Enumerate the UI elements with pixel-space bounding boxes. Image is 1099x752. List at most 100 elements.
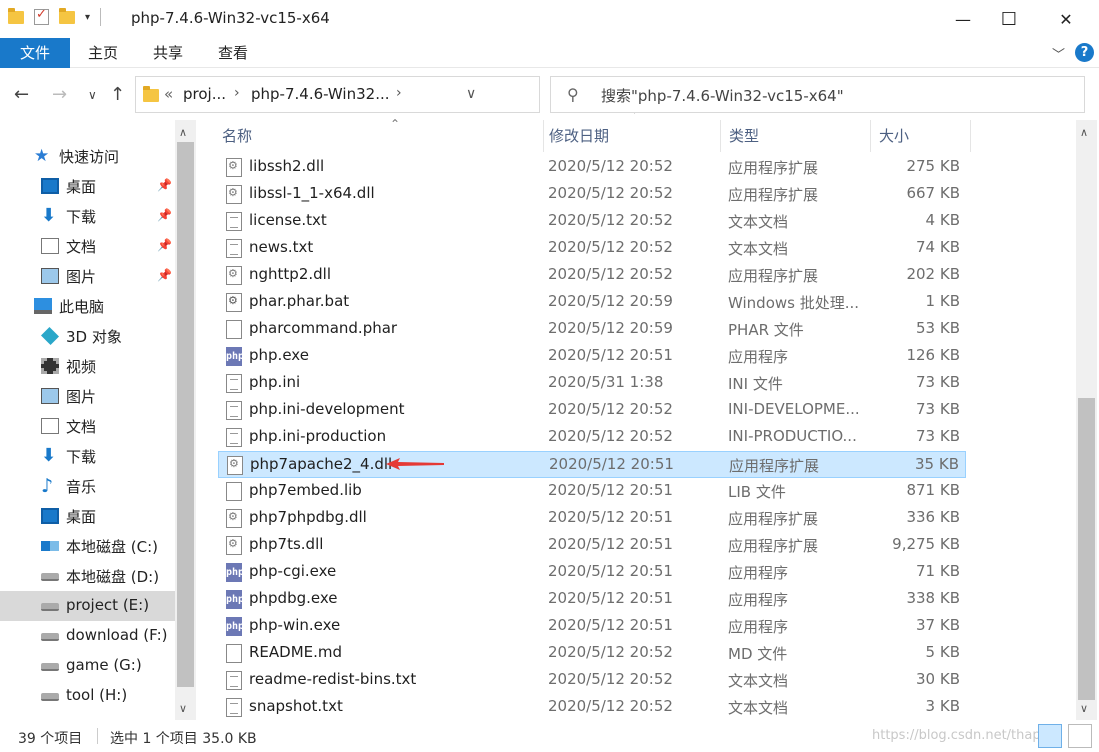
breadcrumb-php-folder[interactable]: php-7.4.6-Win32... bbox=[251, 85, 390, 103]
sidebar-item[interactable]: 桌面 bbox=[0, 501, 175, 531]
chevron-right-icon[interactable]: › bbox=[234, 85, 240, 101]
customize-toolbar-icon[interactable]: ▾ bbox=[85, 12, 90, 23]
sidebar-item[interactable]: download (F:) bbox=[0, 621, 175, 651]
file-type: 应用程序 bbox=[728, 591, 789, 609]
pin-icon[interactable]: 📌 bbox=[157, 268, 172, 282]
file-row[interactable]: php.ini-development 2020/5/12 20:52 INI-DE… bbox=[218, 397, 966, 424]
sidebar-item[interactable]: 此电脑 bbox=[0, 291, 175, 321]
file-size: 9,275 KB bbox=[892, 535, 960, 553]
sidebar-item[interactable]: 文档 bbox=[0, 411, 175, 441]
up-arrow-icon[interactable]: ↑ bbox=[110, 84, 125, 105]
dll-file-icon bbox=[226, 185, 242, 204]
pin-icon[interactable]: 📌 bbox=[157, 238, 172, 252]
new-folder-icon[interactable] bbox=[59, 7, 75, 24]
navigation-pane-scrollbar[interactable]: ∧ ∨ bbox=[175, 120, 196, 720]
properties-icon[interactable] bbox=[34, 7, 49, 25]
tab-file[interactable]: 文件 bbox=[0, 38, 70, 68]
column-header-type[interactable]: 类型 bbox=[721, 120, 871, 152]
sidebar-item[interactable]: project (E:) bbox=[0, 591, 175, 621]
scroll-down-icon[interactable]: ∨ bbox=[179, 702, 187, 715]
exe-file-icon: php bbox=[226, 563, 244, 582]
file-date: 2020/5/12 20:52 bbox=[548, 157, 673, 175]
file-row[interactable]: snapshot.txt 2020/5/12 20:52 文本文档 3 KB bbox=[218, 694, 966, 721]
close-button[interactable]: ✕ bbox=[1043, 0, 1089, 38]
file-row[interactable]: libssl-1_1-x64.dll 2020/5/12 20:52 应用程序扩展 6… bbox=[218, 181, 966, 208]
pin-icon[interactable]: 📌 bbox=[157, 208, 172, 222]
tab-view[interactable]: 查看 bbox=[205, 38, 261, 68]
file-size: 4 KB bbox=[925, 211, 960, 229]
sidebar-item[interactable]: ⬇ 下载 📌 bbox=[0, 201, 175, 231]
file-list: 名称 ⌃ 修改日期 类型 大小 libssh2.dll 2020/5/12 20:… bbox=[196, 117, 1076, 721]
scroll-up-icon[interactable]: ∧ bbox=[179, 126, 187, 139]
column-header-name[interactable]: 名称 ⌃ bbox=[214, 117, 544, 152]
column-header-date[interactable]: 修改日期 bbox=[541, 120, 721, 152]
file-row[interactable]: readme-redist-bins.txt 2020/5/12 20:52 文本文… bbox=[218, 667, 966, 694]
file-row[interactable]: php php-win.exe 2020/5/12 20:51 应用程序 37 KB bbox=[218, 613, 966, 640]
music-icon: ♪ bbox=[41, 475, 54, 497]
navigation-pane: ★ 快速访问 桌面 📌 ⬇ 下载 📌 文档 📌 图片 📌 此电脑 3D 对象 视频 图片 文档 ⬇ 下载 ♪ 音乐 桌面… bbox=[0, 120, 196, 720]
search-box[interactable]: ⚲ 搜索"php-7.4.6-Win32-vc15-x64" bbox=[550, 76, 1085, 113]
file-row[interactable]: php7apache2_4.dll 2020/5/12 20:51 应用程序扩展 35… bbox=[218, 451, 966, 478]
file-row[interactable]: php.ini-production 2020/5/12 20:52 INI-PRO… bbox=[218, 424, 966, 451]
file-list-scrollbar[interactable]: ∧ ∨ bbox=[1076, 120, 1097, 720]
search-input[interactable]: 搜索"php-7.4.6-Win32-vc15-x64" bbox=[601, 85, 844, 106]
file-row[interactable]: php phpdbg.exe 2020/5/12 20:51 应用程序 338 KB bbox=[218, 586, 966, 613]
forward-arrow-icon[interactable]: → bbox=[52, 84, 67, 105]
details-view-button[interactable] bbox=[1038, 724, 1062, 748]
scroll-up-icon[interactable]: ∧ bbox=[1080, 126, 1088, 139]
recent-locations-icon[interactable]: ∨ bbox=[88, 88, 97, 102]
scroll-down-icon[interactable]: ∨ bbox=[1080, 702, 1088, 715]
scrollbar-thumb[interactable] bbox=[1078, 398, 1095, 700]
quick-access-toolbar: ▾ bbox=[8, 7, 102, 26]
file-row[interactable]: libssh2.dll 2020/5/12 20:52 应用程序扩展 275 KB bbox=[218, 154, 966, 181]
sidebar-item[interactable]: 3D 对象 bbox=[0, 321, 175, 351]
file-row[interactable]: news.txt 2020/5/12 20:52 文本文档 74 KB bbox=[218, 235, 966, 262]
sidebar-item[interactable]: 本地磁盘 (C:) bbox=[0, 531, 175, 561]
file-row[interactable]: php7embed.lib 2020/5/12 20:51 LIB 文件 871 KB bbox=[218, 478, 966, 505]
chevron-right-icon[interactable]: › bbox=[396, 85, 402, 101]
file-date: 2020/5/12 20:51 bbox=[549, 455, 674, 473]
sidebar-item[interactable]: ♪ 音乐 bbox=[0, 471, 175, 501]
help-icon[interactable]: ? bbox=[1075, 43, 1094, 62]
file-row[interactable]: nghttp2.dll 2020/5/12 20:52 应用程序扩展 202 KB bbox=[218, 262, 966, 289]
expand-ribbon-icon[interactable]: ﹀ bbox=[1052, 44, 1065, 63]
breadcrumb-overflow[interactable]: « bbox=[164, 85, 173, 103]
file-row[interactable]: php php-cgi.exe 2020/5/12 20:51 应用程序 71 KB bbox=[218, 559, 966, 586]
address-history-icon[interactable]: ∨ bbox=[466, 86, 476, 102]
file-row[interactable]: php.ini 2020/5/31 1:38 INI 文件 73 KB bbox=[218, 370, 966, 397]
sidebar-item[interactable]: 桌面 📌 bbox=[0, 171, 175, 201]
tab-home[interactable]: 主页 bbox=[75, 38, 131, 68]
file-row[interactable]: php php.exe 2020/5/12 20:51 应用程序 126 KB bbox=[218, 343, 966, 370]
bat-file-icon bbox=[226, 293, 242, 312]
minimize-button[interactable]: — bbox=[940, 0, 986, 38]
sidebar-item[interactable]: 图片 bbox=[0, 381, 175, 411]
sidebar-item[interactable]: game (G:) bbox=[0, 651, 175, 681]
sort-ascending-icon: ⌃ bbox=[390, 117, 401, 131]
column-header-size[interactable]: 大小 bbox=[871, 120, 971, 152]
sidebar-item[interactable]: ★ 快速访问 bbox=[0, 141, 175, 171]
file-row[interactable]: README.md 2020/5/12 20:52 MD 文件 5 KB bbox=[218, 640, 966, 667]
sidebar-item[interactable]: 图片 📌 bbox=[0, 261, 175, 291]
pin-icon[interactable]: 📌 bbox=[157, 178, 172, 192]
file-date: 2020/5/12 20:52 bbox=[548, 427, 673, 445]
file-row[interactable]: php7ts.dll 2020/5/12 20:51 应用程序扩展 9,275 KB bbox=[218, 532, 966, 559]
sidebar-item[interactable]: 文档 📌 bbox=[0, 231, 175, 261]
file-row[interactable]: pharcommand.phar 2020/5/12 20:59 PHAR 文件 53… bbox=[218, 316, 966, 343]
tab-share[interactable]: 共享 bbox=[140, 38, 196, 68]
file-row[interactable]: php7phpdbg.dll 2020/5/12 20:51 应用程序扩展 336 K… bbox=[218, 505, 966, 532]
large-icons-view-button[interactable] bbox=[1068, 724, 1092, 748]
address-bar[interactable]: « proj... › php-7.4.6-Win32... › ∨ ↻ bbox=[135, 76, 663, 114]
back-arrow-icon[interactable]: ← bbox=[14, 84, 29, 105]
sidebar-item[interactable]: 本地磁盘 (D:) bbox=[0, 561, 175, 591]
breadcrumb-project[interactable]: proj... bbox=[183, 85, 226, 103]
sidebar-item[interactable]: tool (H:) bbox=[0, 681, 175, 711]
sidebar-item-label: 文档 bbox=[66, 238, 97, 256]
sidebar-item[interactable]: 视频 bbox=[0, 351, 175, 381]
sidebar-item[interactable]: ⬇ 下载 bbox=[0, 441, 175, 471]
scrollbar-thumb[interactable] bbox=[177, 142, 194, 687]
file-row[interactable]: license.txt 2020/5/12 20:52 文本文档 4 KB bbox=[218, 208, 966, 235]
star-icon: ★ bbox=[34, 146, 50, 166]
file-date: 2020/5/12 20:51 bbox=[548, 346, 673, 364]
maximize-button[interactable]: ☐ bbox=[986, 0, 1032, 38]
file-row[interactable]: phar.phar.bat 2020/5/12 20:59 Windows 批处理.… bbox=[218, 289, 966, 316]
